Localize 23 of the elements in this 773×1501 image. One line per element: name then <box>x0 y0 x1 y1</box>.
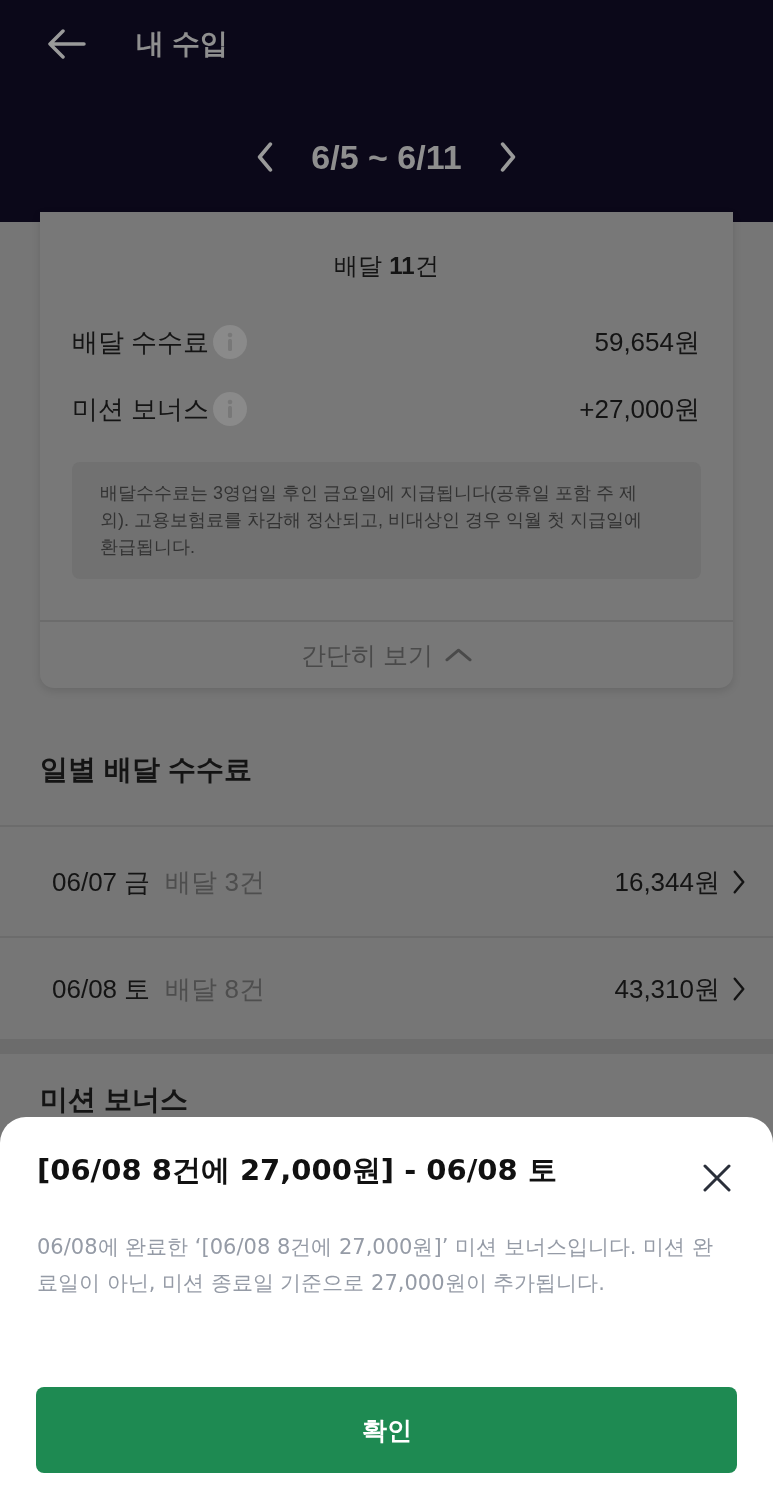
payment-note: 배달수수료는 3영업일 후인 금요일에 지급됩니다(공휴일 포함 주 제외). 고용보험료를 차감해 정산되고, 비대상인 경우 익월 첫 지급일에 환급됩니다. <box>72 462 701 579</box>
chevron-right-icon <box>498 142 517 172</box>
day-date: 06/08 토 <box>52 972 151 1006</box>
day-amount: 16,344원 <box>614 865 720 899</box>
chevron-right-icon <box>732 976 746 1001</box>
page-title: 내 수입 <box>136 27 228 61</box>
fee-label: 배달 수수료 <box>72 325 210 359</box>
close-icon <box>703 1164 731 1192</box>
fee-amount: +27,000원 <box>579 392 700 426</box>
back-arrow-icon <box>48 29 86 59</box>
section-title: 일별 배달 수수료 <box>39 753 253 787</box>
chevron-right-icon <box>732 869 746 894</box>
day-date: 06/07 금 <box>52 865 151 899</box>
section-title: 미션 보너스 <box>39 1083 189 1117</box>
sheet-title: [06/08 8건에 27,000원] - 06/08 토 <box>37 1152 557 1189</box>
fee-amount: 59,654원 <box>594 325 700 359</box>
day-amount: 43,310원 <box>614 972 720 1006</box>
period-label: 6/5 ~ 6/11 <box>311 138 462 176</box>
fee-label: 미션 보너스 <box>72 392 210 426</box>
sheet-message: 06/08에 완료한 ‘[06/08 8건에 27,000원]’ 미션 보너스입니다. 미션 완료일이 아닌, 미션 종료일 기준으로 27,000원이 추가됩니다. <box>37 1234 714 1297</box>
chevron-left-icon <box>256 142 275 172</box>
confirm-button[interactable]: 확인 <box>36 1387 737 1473</box>
delivery-count: 배달 11건 <box>334 251 439 281</box>
